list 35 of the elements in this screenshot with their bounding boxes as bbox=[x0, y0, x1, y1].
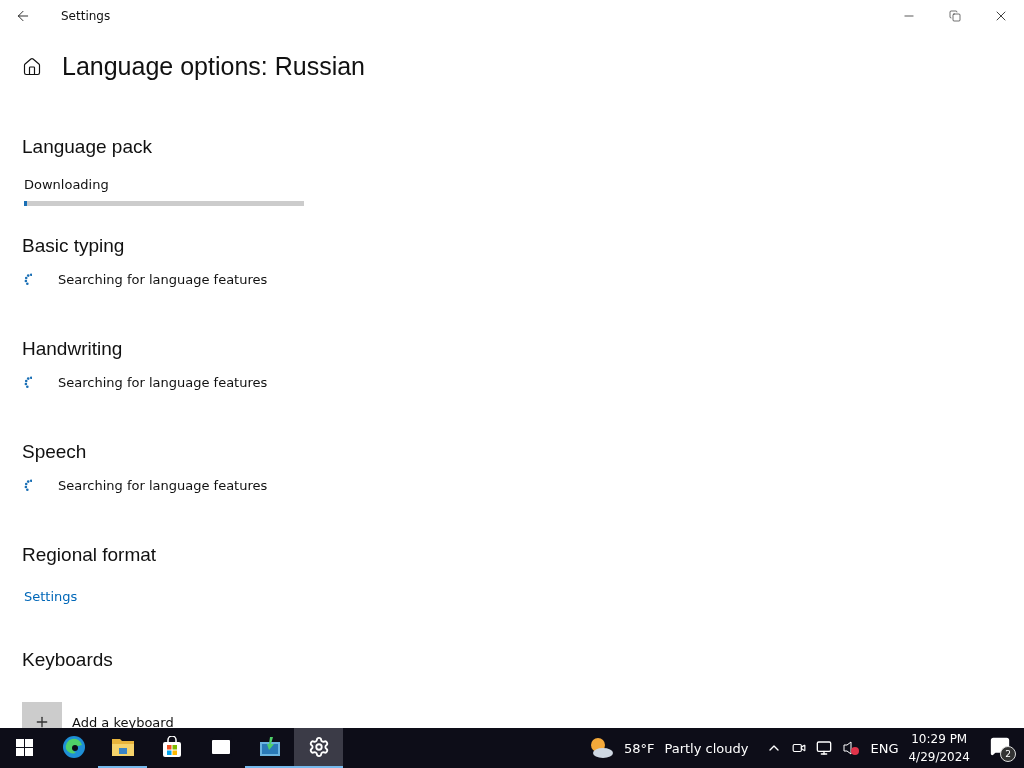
section-heading: Basic typing bbox=[22, 234, 126, 258]
status-text: Downloading bbox=[24, 176, 109, 194]
status-text: Searching for language features bbox=[58, 272, 268, 287]
shopping-bag-icon bbox=[160, 736, 183, 758]
status-text: Searching for language features bbox=[58, 478, 268, 493]
settings-icon bbox=[307, 736, 330, 758]
page-title: Language options: Russian bbox=[62, 52, 365, 81]
window-title: Settings bbox=[61, 9, 111, 23]
section-heading: Keyboards bbox=[22, 648, 114, 672]
section-heading: Language pack bbox=[22, 135, 153, 159]
spinner-icon bbox=[24, 375, 32, 390]
spinner-icon bbox=[24, 272, 32, 287]
installer-icon bbox=[257, 736, 282, 758]
browser-icon bbox=[61, 735, 86, 759]
folder-icon bbox=[110, 736, 135, 758]
settings-link[interactable]: Settings bbox=[24, 589, 78, 604]
temperature-text: 58°F bbox=[623, 740, 655, 756]
section-heading: Regional format bbox=[22, 543, 158, 567]
weather-text: Partly cloudy bbox=[664, 740, 749, 756]
windows-logo-icon bbox=[16, 738, 33, 756]
notifications-button[interactable]: 2 bbox=[988, 734, 1016, 762]
network-icon[interactable] bbox=[816, 740, 833, 756]
muted-speaker-icon[interactable] bbox=[842, 740, 861, 756]
clock[interactable]: 10:29 PM 4/29/2024 bbox=[908, 730, 970, 766]
restore-icon bbox=[949, 10, 961, 22]
section-heading: Handwriting bbox=[22, 337, 124, 361]
back-arrow-icon bbox=[15, 8, 31, 24]
home-icon[interactable] bbox=[22, 56, 42, 77]
taskbar-button[interactable] bbox=[294, 728, 343, 768]
language-indicator[interactable]: ENG bbox=[870, 740, 899, 756]
spinner-icon bbox=[24, 478, 32, 493]
status-text: Searching for language features bbox=[58, 375, 268, 390]
section-heading: Speech bbox=[22, 440, 88, 464]
camera-icon[interactable] bbox=[792, 741, 807, 755]
plus-icon bbox=[34, 714, 50, 728]
